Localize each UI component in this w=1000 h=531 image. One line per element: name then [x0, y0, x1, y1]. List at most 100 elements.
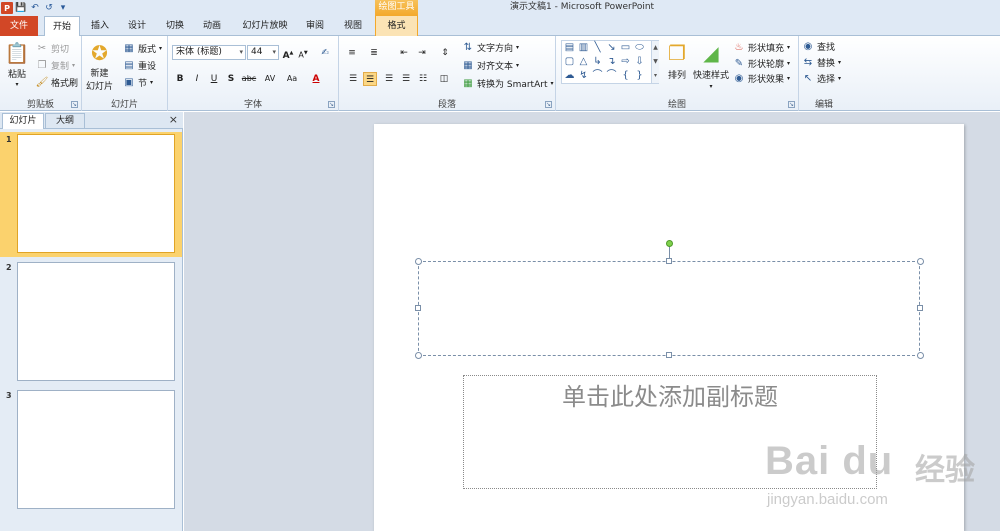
title-placeholder[interactable]	[418, 261, 920, 356]
increase-indent-icon[interactable]: ⇥	[415, 46, 429, 60]
italic-button[interactable]: I	[190, 72, 204, 86]
resize-handle-top-right[interactable]	[917, 258, 924, 265]
font-name-select[interactable]: 宋体 (标题) ▾	[172, 45, 246, 60]
replace-button[interactable]: ⇆ 替换 ▾	[802, 56, 841, 69]
paste-button[interactable]: 📋 粘贴 ▾	[4, 40, 30, 88]
shape-outline-button[interactable]: ✎ 形状轮廓 ▾	[733, 57, 790, 70]
gallery-scroll[interactable]: ▲ ▼ ▾	[651, 41, 659, 83]
slide-thumbnail[interactable]: 3	[0, 388, 182, 513]
tab-format[interactable]: 格式	[375, 16, 418, 36]
tab-view[interactable]: 视图	[337, 16, 369, 36]
cloud-shape-icon[interactable]: ☁	[564, 70, 575, 81]
clear-formatting-icon[interactable]: ✍	[318, 46, 332, 60]
decrease-indent-icon[interactable]: ⇤	[397, 46, 411, 60]
tab-outline[interactable]: 大纲	[45, 113, 85, 129]
tab-file[interactable]: 文件	[0, 16, 38, 36]
quick-styles-button[interactable]: ◢ 快速样式 ▾	[693, 40, 729, 90]
vertical-textbox-shape-icon[interactable]: ▥	[578, 42, 589, 53]
resize-handle-top-left[interactable]	[415, 258, 422, 265]
tab-transitions[interactable]: 切换	[159, 16, 191, 36]
rotation-handle[interactable]	[666, 240, 673, 247]
columns-icon[interactable]: ◫	[437, 72, 451, 86]
rounded-rectangle-shape-icon[interactable]: ▢	[564, 56, 575, 67]
right-arrow-shape-icon[interactable]: ⇨	[620, 56, 631, 67]
curve-shape-icon[interactable]: ⌒	[592, 70, 603, 81]
shape-effects-button[interactable]: ◉ 形状效果 ▾	[733, 72, 790, 85]
down-arrow-shape-icon[interactable]: ⇩	[634, 56, 645, 67]
format-painter-button[interactable]: 🖌 格式刷	[36, 76, 78, 89]
tab-review[interactable]: 审阅	[300, 16, 330, 36]
oval-shape-icon[interactable]: ⬭	[634, 42, 645, 53]
distributed-icon[interactable]: ☷	[416, 72, 430, 86]
cut-button[interactable]: ✂ 剪切	[36, 42, 69, 55]
arrange-button[interactable]: ❐ 排列	[664, 40, 690, 81]
underline-button[interactable]: U	[207, 72, 221, 86]
align-right-icon[interactable]: ☰	[382, 72, 396, 86]
change-case-button[interactable]: Aa	[283, 72, 301, 86]
resize-handle-bottom[interactable]	[666, 352, 672, 358]
tab-slides[interactable]: 幻灯片	[2, 113, 44, 129]
slide-thumbnail[interactable]: 1	[0, 132, 182, 257]
clipboard-launcher-icon[interactable]: ↘	[71, 101, 78, 108]
arc-shape-icon[interactable]: ⌒	[606, 70, 617, 81]
paragraph-launcher-icon[interactable]: ↘	[545, 101, 552, 108]
undo-icon[interactable]: ↶	[29, 2, 41, 14]
resize-handle-bottom-left[interactable]	[415, 352, 422, 359]
tab-home[interactable]: 开始	[44, 16, 80, 37]
justify-icon[interactable]: ☰	[399, 72, 413, 86]
text-shadow-button[interactable]: S	[224, 72, 238, 86]
line-shape-icon[interactable]: ╲	[592, 42, 603, 53]
elbow-arrow-shape-icon[interactable]: ↴	[606, 56, 617, 67]
line-spacing-icon[interactable]: ⇕	[438, 46, 452, 60]
copy-button[interactable]: ❐ 复制 ▾	[36, 59, 76, 72]
bold-button[interactable]: B	[173, 72, 187, 86]
shape-fill-button[interactable]: ♨ 形状填充 ▾	[733, 41, 791, 54]
strikethrough-button[interactable]: abc	[240, 72, 258, 86]
right-brace-shape-icon[interactable]: }	[634, 70, 645, 81]
layout-button[interactable]: ▦ 版式 ▾	[123, 42, 162, 55]
resize-handle-left[interactable]	[415, 305, 421, 311]
new-slide-button[interactable]: ✪ 新建 幻灯片	[86, 40, 113, 92]
tab-insert[interactable]: 插入	[84, 16, 116, 36]
save-icon[interactable]: 💾	[15, 2, 27, 14]
powerpoint-logo-icon[interactable]: P	[1, 2, 13, 14]
font-color-button[interactable]: A	[309, 72, 323, 86]
text-direction-button[interactable]: ⇅ 文字方向 ▾	[462, 41, 519, 54]
select-button[interactable]: ↖ 选择 ▾	[802, 72, 841, 85]
numbering-icon[interactable]: ≣	[367, 46, 381, 60]
tab-animations[interactable]: 动画	[196, 16, 228, 36]
slide-thumbnail[interactable]: 2	[0, 260, 182, 385]
layout-label: 版式	[138, 45, 157, 55]
find-button[interactable]: ◉ 查找	[802, 40, 835, 53]
reset-button[interactable]: ▤ 重设	[123, 59, 156, 72]
resize-handle-right[interactable]	[917, 305, 923, 311]
font-launcher-icon[interactable]: ↘	[328, 101, 335, 108]
section-button[interactable]: ▣ 节 ▾	[123, 76, 153, 89]
font-size-select[interactable]: 44 ▾	[247, 45, 279, 60]
arrow-line-shape-icon[interactable]: ↘	[606, 42, 617, 53]
elbow-connector-shape-icon[interactable]: ↳	[592, 56, 603, 67]
grow-font-button[interactable]: A▲	[281, 46, 295, 61]
redo-icon[interactable]: ↺	[43, 2, 55, 14]
close-icon[interactable]: ×	[169, 113, 178, 126]
editing-group: ◉ 查找 ⇆ 替换 ▾ ↖ 选择 ▾ 编辑	[799, 36, 849, 111]
tab-slideshow[interactable]: 幻灯片放映	[236, 16, 294, 36]
align-left-icon[interactable]: ☰	[346, 72, 360, 86]
customize-toolbar-icon[interactable]: ▾	[57, 2, 69, 14]
triangle-shape-icon[interactable]: △	[578, 56, 589, 67]
left-brace-shape-icon[interactable]: {	[620, 70, 631, 81]
resize-handle-top[interactable]	[666, 258, 672, 264]
resize-handle-bottom-right[interactable]	[917, 352, 924, 359]
bullets-icon[interactable]: ≡	[345, 46, 359, 60]
rectangle-shape-icon[interactable]: ▭	[620, 42, 631, 53]
textbox-shape-icon[interactable]: ▤	[564, 42, 575, 53]
convert-smartart-button[interactable]: ▦ 转换为 SmartArt ▾	[462, 77, 553, 90]
align-center-icon[interactable]: ☰	[363, 72, 377, 86]
drawing-launcher-icon[interactable]: ↘	[788, 101, 795, 108]
tab-design[interactable]: 设计	[121, 16, 153, 36]
character-spacing-button[interactable]: AV	[261, 72, 279, 86]
align-text-button[interactable]: ▦ 对齐文本 ▾	[462, 59, 519, 72]
shapes-gallery[interactable]: ▤ ▥ ╲ ↘ ▭ ⬭ ▢ △ ↳ ↴ ⇨ ⇩ ☁ ↯ ⌒ ⌒ { }	[561, 40, 659, 84]
lightning-shape-icon[interactable]: ↯	[578, 70, 589, 81]
shrink-font-button[interactable]: A▼	[296, 46, 310, 60]
